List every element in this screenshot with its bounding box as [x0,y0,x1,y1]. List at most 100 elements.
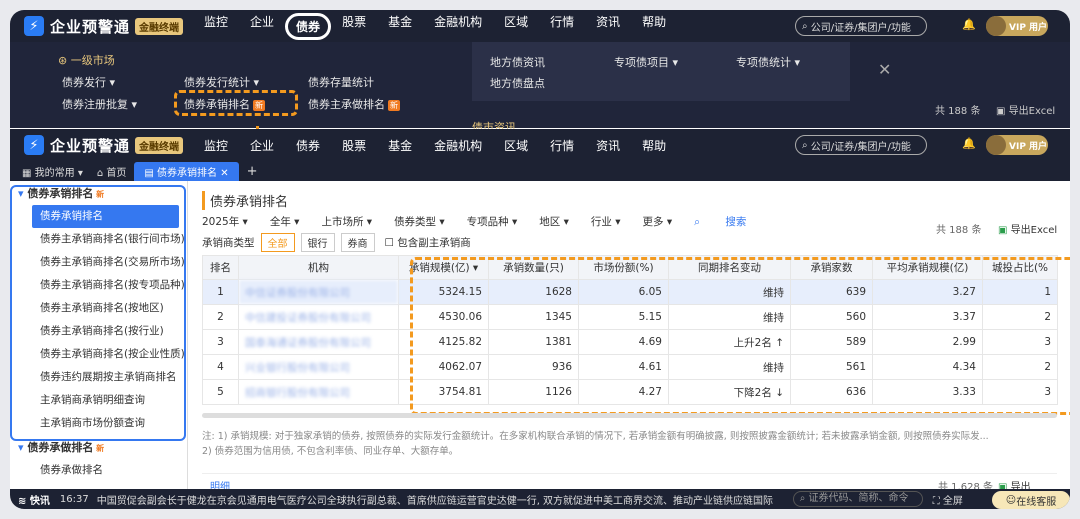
filter-year[interactable]: 2025年 ▾ [202,214,248,229]
fullscreen-button[interactable]: ⛶ 全屏 [933,492,963,507]
nav-monitor[interactable]: 监控 [193,13,239,40]
menu-issue-stats[interactable]: 债券发行统计 ▾ [184,74,259,90]
global-search-2[interactable]: ⌕ 公司/证券/集团户/功能 [795,135,927,155]
user-menu[interactable]: VIP 用户 [986,16,1048,36]
filter-region[interactable]: 地区 ▾ [539,214,569,229]
sidebar-item[interactable]: 债券承做排名 [10,459,187,482]
bolt-icon: ⚡ [24,16,44,36]
type-broker[interactable]: 券商 [340,233,375,252]
cell-rank: 1 [202,279,239,305]
close-icon: ✕ [220,167,229,179]
export-excel-button[interactable]: ▣ 导出Excel [998,221,1057,236]
nav-bond[interactable]: 债券 [285,12,332,40]
search-icon: ⌕ [802,20,811,32]
menu-local-review[interactable]: 地方债盘点 [490,75,545,91]
nav-monitor[interactable]: 监控 [193,137,239,154]
avatar [986,135,1006,155]
cell-institution[interactable]: 国泰海通证券股份有限公司 [238,329,399,355]
nav-help[interactable]: 帮助 [631,13,677,40]
global-search[interactable]: ⌕ 公司/证券/集团户/功能 [795,16,927,36]
cell-institution[interactable]: 中信证券股份有限公司 [238,279,399,305]
menu-local-news[interactable]: 地方债资讯 [490,54,545,70]
cell-rank: 4 [202,354,239,380]
type-all[interactable]: 全部 [260,233,295,252]
app-title: 企业预警通 [50,17,131,36]
menu-special-project[interactable]: 专项债项目 ▾ [614,54,678,70]
footnotes: 注: 1) 承销规模: 对于独家承销的债券, 按照债券的实际发行金额统计。在多家… [202,431,989,457]
menu-bond-issue[interactable]: 债券发行 ▾ [62,74,115,90]
nav-stock[interactable]: 股票 [331,13,377,40]
nav-market[interactable]: 行情 [539,13,585,40]
type-label: 承销商类型 [202,237,255,249]
nav-company[interactable]: 企业 [239,13,285,40]
bolt-icon: ⚡ [24,135,44,155]
tab-underwriting-rank[interactable]: ▤ 债券承销排名 ✕ [134,161,239,181]
online-service-button[interactable]: ☺ 在线客服 [992,491,1070,509]
new-badge: 新 [388,100,400,111]
nav-news[interactable]: 资讯 [585,137,631,154]
news-ticker: ≋ 快讯 16:37 中国贸促会副会长于健龙在京会见通用电气医疗公司全球执行副总… [10,489,1070,509]
expand-icon: ⛶ [932,495,943,507]
filter-more[interactable]: 更多 ▾ [643,214,673,229]
menu-lead-rank[interactable]: 债券主承做排名新 [308,96,400,112]
highlight-box [174,90,298,116]
search-icon: ⌕ [802,139,811,151]
avatar [986,16,1006,36]
menu-outstanding-stats[interactable]: 债券存量统计 [308,74,374,90]
bond-mega-menu: ⊛ 一级市场 债券发行 ▾ 债券发行统计 ▾ 债券存量统计 债券注册批复 ▾ 债… [10,42,1070,134]
nav-news[interactable]: 资讯 [585,13,631,40]
search-button[interactable]: ⌕ 搜索 [694,214,768,229]
col-rank[interactable]: 排名 [202,255,239,280]
sidebar-highlight [10,185,186,441]
tab-favorites[interactable]: ▦ 我的常用 ▾ [22,164,83,179]
bell-icon[interactable]: 🔔 [962,137,976,150]
nav-institution[interactable]: 金融机构 [423,13,493,40]
cell-institution[interactable]: 招商银行股份有限公司 [238,379,399,405]
detail-section: 明细 共 1,628 条 ▣ 导出Excel [202,473,1057,504]
main-nav-2: 监控 企业 债券 股票 基金 金融机构 区域 行情 资讯 帮助 [193,137,677,154]
nav-institution[interactable]: 金融机构 [423,137,493,154]
doc-icon: ▤ [144,167,158,179]
terminal-badge: 金融终端 [135,17,184,35]
nav-company[interactable]: 企业 [239,137,285,154]
horizontal-scrollbar[interactable] [202,413,1057,418]
close-icon[interactable]: ✕ [878,60,891,79]
nav-market[interactable]: 行情 [539,137,585,154]
nav-region[interactable]: 区域 [493,137,539,154]
logo[interactable]: ⚡ 企业预警通 金融终端 [24,16,184,37]
cell-institution[interactable]: 中信建投证券股份有限公司 [238,304,399,330]
filter-industry[interactable]: 行业 ▾ [591,214,621,229]
filter-bond-type[interactable]: 债券类型 ▾ [394,214,445,229]
add-tab-icon[interactable]: + [247,164,258,179]
logo-2[interactable]: ⚡ 企业预警通 金融终端 [24,135,184,156]
nav-stock[interactable]: 股票 [331,137,377,154]
main-nav: 监控 企业 债券 股票 基金 金融机构 区域 行情 资讯 帮助 [193,12,677,40]
col-institution[interactable]: 机构 [238,255,399,280]
menu-special-stats[interactable]: 专项债统计 ▾ [736,54,800,70]
nav-bond[interactable]: 债券 [285,137,331,154]
filter-period[interactable]: 全年 ▾ [270,214,300,229]
nav-region[interactable]: 区域 [493,13,539,40]
type-bank[interactable]: 银行 [300,233,335,252]
bell-icon[interactable]: 🔔 [962,18,976,31]
filter-special[interactable]: 专项品种 ▾ [467,214,518,229]
nav-fund[interactable]: 基金 [377,137,423,154]
top-nav: ⚡ 企业预警通 金融终端 监控 企业 债券 股票 基金 金融机构 区域 行情 资… [10,10,1070,42]
flash-brand: ≋ 快讯 [18,495,50,507]
nav-help[interactable]: 帮助 [631,137,677,154]
ticker-time: 16:37 [59,493,89,505]
cell-institution[interactable]: 兴业银行股份有限公司 [238,354,399,380]
market-icon: ⊛ [58,54,68,67]
tab-home[interactable]: ⌂ 首页 [97,164,127,179]
nav-fund[interactable]: 基金 [377,13,423,40]
export-excel-button[interactable]: ▣ 导出Excel [996,102,1055,117]
include-checkbox[interactable]: ☐ 包含副主承销商 [385,235,471,250]
menu-registration[interactable]: 债券注册批复 ▾ [62,96,137,112]
code-search[interactable]: ⌕ 证券代码、简称、命令 [792,491,923,507]
headset-icon: ☺ [1005,494,1017,506]
filter-venue[interactable]: 上市场所 ▾ [321,214,372,229]
user-menu-2[interactable]: VIP 用户 [986,135,1048,155]
table-highlight [410,257,1070,415]
search-placeholder: 公司/证券/集团户/功能 [810,22,911,34]
ticker-text[interactable]: 中国贸促会副会长于健龙在京会见通用电气医疗公司全球执行副总裁、首席供应链运营官史… [97,492,787,507]
